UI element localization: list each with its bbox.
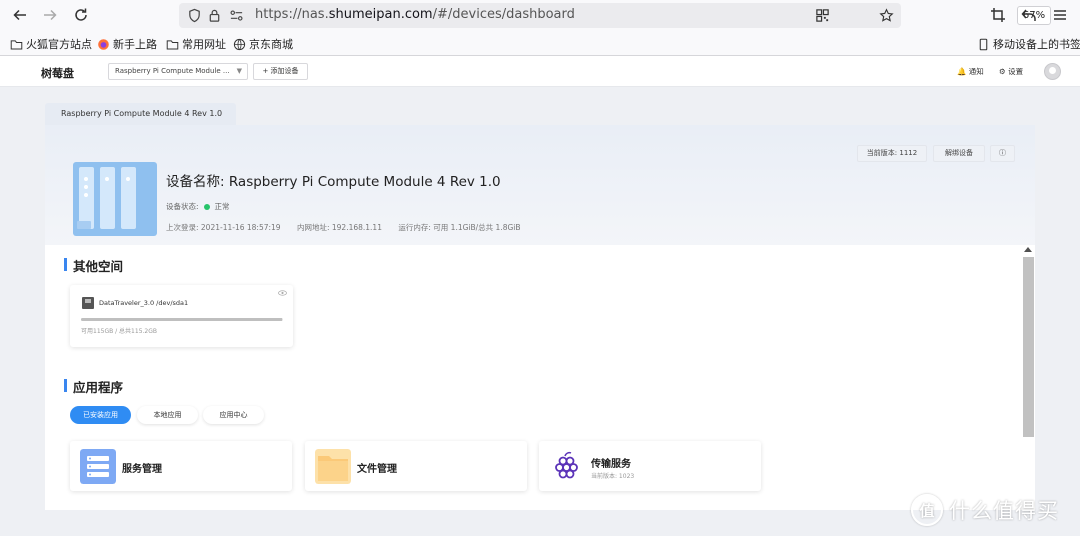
app-card-transfer-service[interactable]: 传输服务 当前版本: 1023 (539, 441, 761, 491)
bookmark-firefox-official[interactable]: 火狐官方站点 (10, 36, 92, 52)
app-header: 树莓盘 Raspberry Pi Compute Module ... ▼ + … (0, 56, 1080, 87)
storage-capacity: 可用115GB / 总共115.2GB (81, 328, 157, 335)
folder-icon (315, 449, 351, 484)
last-login: 上次登录: 2021-11-16 18:57:19 (166, 223, 281, 232)
folder-icon (10, 39, 23, 49)
chevron-down-icon: ▼ (236, 67, 242, 75)
grape-icon (549, 449, 585, 484)
mobile-bookmarks[interactable]: 移动设备上的书签 (977, 36, 1080, 52)
avatar[interactable] (1044, 63, 1061, 80)
app-card-file-management[interactable]: 文件管理 (305, 441, 527, 491)
bookmarks-bar: 火狐官方站点 新手上路 常用网址 京东商城 移动设备上的书签 (0, 31, 1080, 56)
storage-card[interactable]: DataTraveler_3.0 /dev/sda1 可用115GB / 总共1… (70, 285, 293, 347)
lan-ip: 内网地址: 192.168.1.11 (296, 223, 382, 232)
usb-drive-icon (82, 297, 94, 309)
app-card-service-management[interactable]: 服务管理 (70, 441, 292, 491)
watermark-text: 什么值得买 (949, 499, 1059, 523)
firefox-logo-icon (98, 38, 109, 50)
scroll-thumb[interactable] (1023, 257, 1034, 437)
forward-arrow-icon[interactable] (38, 4, 62, 26)
qr-code-icon[interactable] (815, 8, 830, 23)
tab-app-center[interactable]: 应用中心 (203, 406, 264, 424)
app-version: 当前版本: 1023 (591, 473, 635, 480)
device-dashboard-card: 设备名称: Raspberry Pi Compute Module 4 Rev … (45, 125, 1035, 510)
storage-usage-fill (81, 318, 282, 321)
bell-icon: 🔔 (957, 67, 967, 76)
lock-icon[interactable] (207, 8, 222, 23)
url-bar[interactable]: https://nas.shumeipan.com/#/devices/dash… (179, 3, 1051, 28)
bookmark-jd-mall[interactable]: 京东商城 (233, 36, 293, 52)
back-arrow-icon[interactable] (8, 4, 32, 26)
mobile-device-icon (979, 38, 988, 50)
shield-icon[interactable] (187, 8, 202, 23)
menu-hamburger-icon[interactable] (1048, 4, 1072, 26)
device-meta: 上次登录: 2021-11-16 18:57:19 内网地址: 192.168.… (166, 222, 535, 233)
app-name: 传输服务 (591, 459, 631, 470)
add-device-button[interactable]: + 添加设备 (253, 63, 308, 80)
watermark-logo: 值 (911, 494, 943, 526)
gear-icon: ⚙ (999, 67, 1006, 76)
device-status: 设备状态: 正常 (166, 202, 230, 211)
scroll-up-arrow-icon[interactable] (1023, 245, 1033, 253)
scrollbar[interactable] (1020, 243, 1035, 510)
tab-installed-apps[interactable]: 已安装应用 (70, 406, 131, 424)
browser-toolbar: https://nas.shumeipan.com/#/devices/dash… (0, 0, 1080, 31)
section-title-apps: 应用程序 (64, 377, 123, 396)
storage-name: DataTraveler_3.0 /dev/sda1 (99, 299, 189, 307)
device-title: 设备名称: Raspberry Pi Compute Module 4 Rev … (166, 174, 501, 190)
eye-icon[interactable] (278, 290, 287, 296)
memory-usage: 运行内存: 可用 1.1GiB/总共 1.8GiB (398, 223, 521, 232)
status-dot (203, 203, 210, 210)
app-name: 文件管理 (357, 464, 397, 475)
folder-icon (166, 39, 179, 49)
notifications-link[interactable]: 🔔 通知 (957, 66, 984, 77)
permissions-icon[interactable] (229, 8, 244, 23)
globe-icon (233, 38, 246, 50)
app-name: 服务管理 (122, 464, 162, 475)
settings-link[interactable]: ⚙ 设置 (999, 66, 1023, 77)
section-title-other-space: 其他空间 (64, 256, 123, 275)
scroll-track[interactable] (1023, 257, 1034, 510)
undo-icon[interactable] (1017, 4, 1041, 26)
screenshot-crop-icon[interactable] (986, 4, 1010, 26)
app-brand[interactable]: 树莓盘 (41, 65, 74, 81)
storage-usage-bar (81, 318, 283, 321)
device-select[interactable]: Raspberry Pi Compute Module ... ▼ (108, 63, 248, 80)
bookmark-common-sites[interactable]: 常用网址 (166, 36, 226, 52)
nas-device-icon (73, 162, 157, 236)
watermark: 值 什么值得买 (911, 490, 1071, 530)
tab-device[interactable]: Raspberry Pi Compute Module 4 Rev 1.0 (45, 103, 236, 125)
tab-local-apps[interactable]: 本地应用 (137, 406, 198, 424)
unbind-device-button[interactable]: 解绑设备 (933, 145, 985, 162)
server-icon (80, 449, 116, 484)
info-icon: ⓘ (999, 149, 1006, 157)
reload-icon[interactable] (69, 4, 93, 26)
star-bookmark-icon[interactable] (879, 8, 894, 23)
info-button[interactable]: ⓘ (990, 145, 1015, 162)
url-text[interactable]: https://nas.shumeipan.com/#/devices/dash… (255, 7, 575, 22)
bookmark-getting-started[interactable]: 新手上路 (97, 36, 157, 52)
version-button[interactable]: 当前版本: 1112 (857, 145, 927, 162)
